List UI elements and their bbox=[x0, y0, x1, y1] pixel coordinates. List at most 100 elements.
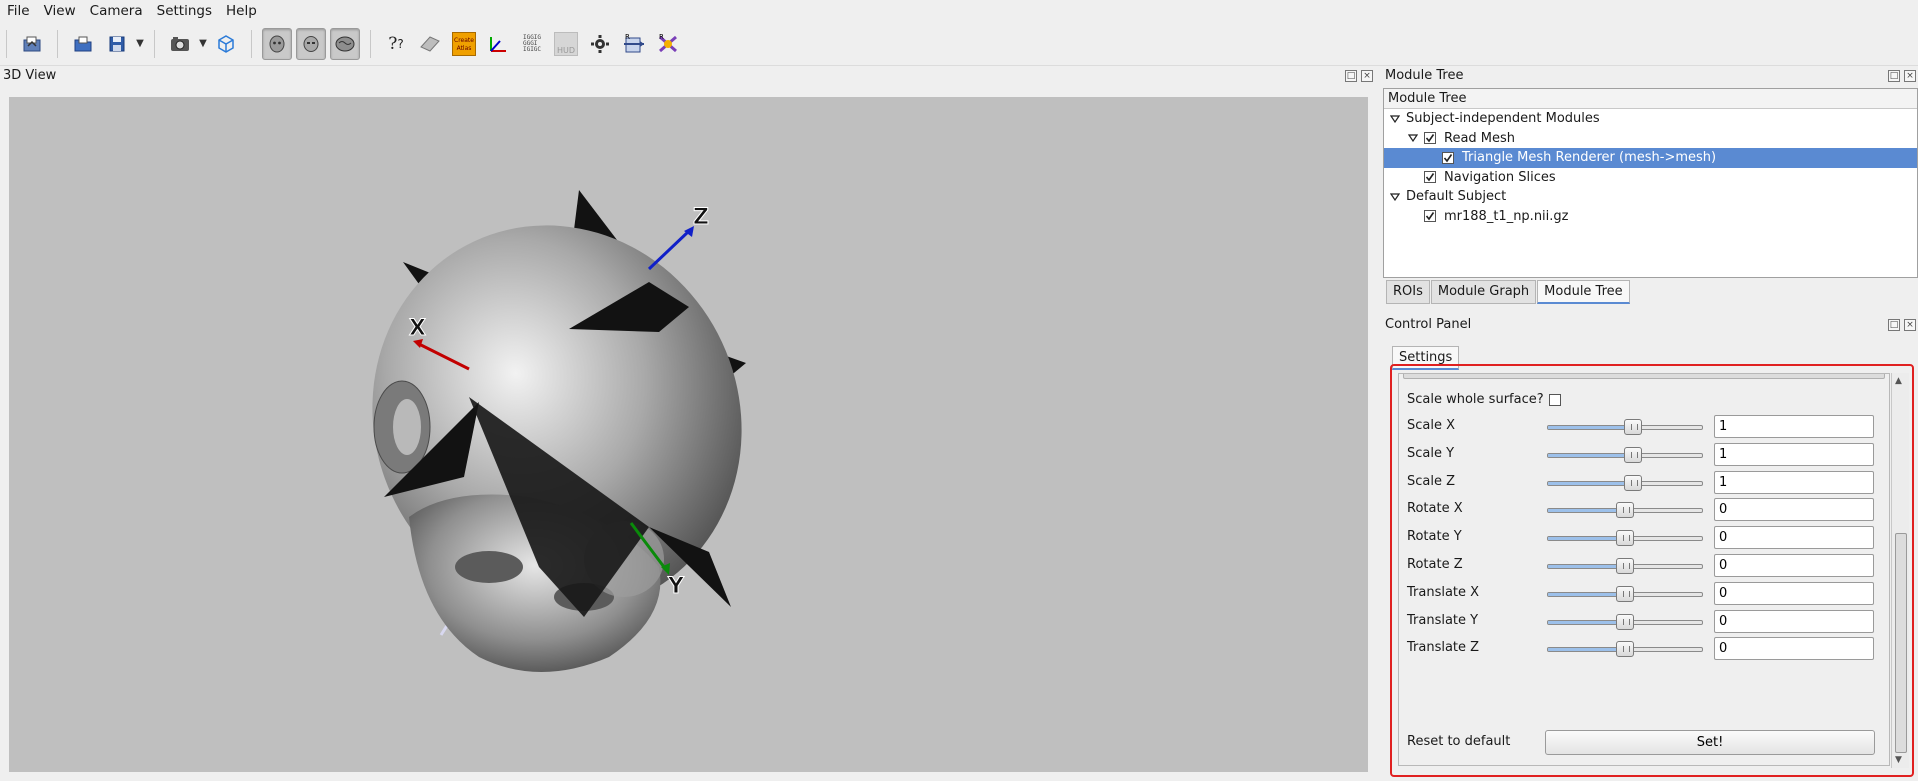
z-axis bbox=[647, 229, 691, 271]
transform-icon[interactable]: R bbox=[653, 28, 683, 60]
tab-module-tree[interactable]: Module Tree bbox=[1537, 280, 1630, 304]
slider-handle[interactable] bbox=[1623, 474, 1642, 491]
head-front-icon[interactable] bbox=[296, 27, 326, 60]
slider-handle[interactable] bbox=[1623, 419, 1642, 435]
tab-rois[interactable]: ROIs bbox=[1386, 280, 1430, 304]
slider-fill bbox=[1548, 426, 1633, 429]
tree-item-label: mr188_t1_np.nii.gz bbox=[1444, 208, 1569, 224]
view3d-title: 3D View bbox=[3, 68, 57, 83]
transform-row: Translate Z bbox=[1399, 636, 1889, 662]
menu-settings[interactable]: Settings bbox=[150, 0, 219, 22]
transform-value-input[interactable] bbox=[1714, 498, 1874, 522]
save-icon[interactable] bbox=[102, 28, 132, 60]
transform-value-input[interactable] bbox=[1714, 609, 1874, 633]
transform-value-input[interactable] bbox=[1714, 637, 1874, 661]
transform-label: Scale Z bbox=[1407, 473, 1456, 489]
expand-triangle-icon[interactable] bbox=[1390, 114, 1400, 124]
slider-handle[interactable] bbox=[1616, 530, 1634, 547]
menu-help[interactable]: Help bbox=[219, 0, 264, 22]
reset-label: Reset to default bbox=[1407, 734, 1511, 749]
open-folder-icon[interactable] bbox=[17, 28, 47, 60]
float-icon[interactable]: □ bbox=[1888, 319, 1900, 331]
slider-fill bbox=[1548, 537, 1625, 541]
close-icon[interactable]: × bbox=[1904, 319, 1916, 331]
tree-item-checkbox[interactable] bbox=[1442, 151, 1454, 164]
tree-header: Module Tree bbox=[1384, 89, 1917, 109]
float-icon[interactable]: □ bbox=[1345, 70, 1357, 82]
transform-label: Translate X bbox=[1407, 584, 1480, 600]
create-atlas-icon[interactable]: Create Atlas bbox=[449, 28, 479, 60]
menu-view[interactable]: View bbox=[37, 0, 83, 22]
slider-handle[interactable] bbox=[1616, 502, 1634, 519]
tree-item[interactable]: Default Subject bbox=[1384, 187, 1917, 207]
tree-item[interactable]: Read Mesh bbox=[1384, 129, 1917, 149]
slider-fill bbox=[1548, 565, 1625, 568]
tree-item-checkbox[interactable] bbox=[1424, 210, 1436, 223]
tree-item[interactable]: Triangle Mesh Renderer (mesh->mesh) bbox=[1384, 148, 1917, 168]
float-icon[interactable]: □ bbox=[1888, 70, 1900, 82]
slider-handle[interactable] bbox=[1623, 446, 1642, 463]
transform-label: Scale Y bbox=[1407, 445, 1455, 461]
screenshot-dropdown[interactable]: ▼ bbox=[197, 28, 209, 60]
tree-item-label: Subject-independent Modules bbox=[1406, 111, 1600, 127]
set-button[interactable]: Set! bbox=[1545, 730, 1875, 755]
slider-handle[interactable] bbox=[1616, 585, 1634, 602]
toolbar-separator bbox=[251, 29, 252, 58]
transform-value-input[interactable] bbox=[1714, 470, 1874, 494]
tab-module-graph[interactable]: Module Graph bbox=[1430, 280, 1537, 304]
brain-side-icon[interactable] bbox=[330, 27, 360, 60]
scroll-up-icon[interactable]: ▲ bbox=[1895, 376, 1902, 386]
transform-label: Rotate X bbox=[1407, 501, 1463, 517]
axes-icon[interactable] bbox=[483, 28, 513, 60]
scrollbar-thumb[interactable] bbox=[1895, 533, 1907, 753]
menu-file[interactable]: File bbox=[0, 0, 37, 22]
transform-row: Translate X bbox=[1399, 581, 1889, 607]
tree-item-checkbox[interactable] bbox=[1424, 171, 1436, 184]
open-file-icon[interactable] bbox=[68, 28, 98, 60]
slice-icon[interactable] bbox=[415, 28, 445, 60]
tree-item[interactable]: Subject-independent Modules bbox=[1384, 109, 1917, 129]
menu-camera[interactable]: Camera bbox=[83, 0, 150, 22]
transform-value-input[interactable] bbox=[1714, 581, 1874, 605]
hud-icon[interactable]: HUD bbox=[551, 28, 581, 60]
help-icon[interactable]: ?? bbox=[381, 28, 411, 60]
transform-value-input[interactable] bbox=[1714, 442, 1874, 466]
screenshot-icon[interactable] bbox=[165, 28, 195, 60]
tree-item-checkbox[interactable] bbox=[1424, 132, 1436, 145]
expand-triangle-icon[interactable] bbox=[1390, 192, 1400, 202]
create-atlas-label: Create Atlas bbox=[452, 31, 476, 56]
slider-handle[interactable] bbox=[1616, 641, 1634, 658]
expand-triangle-icon[interactable] bbox=[1408, 133, 1418, 143]
cube-icon[interactable] bbox=[211, 28, 241, 60]
slider-handle[interactable] bbox=[1616, 558, 1634, 574]
close-icon[interactable]: × bbox=[1361, 70, 1373, 82]
svg-text:R: R bbox=[625, 33, 630, 41]
transform-value-input[interactable] bbox=[1714, 554, 1874, 577]
gear-icon[interactable] bbox=[585, 28, 615, 60]
save-dropdown[interactable]: ▼ bbox=[134, 28, 146, 60]
view3d-dock-buttons: □ × bbox=[1345, 70, 1373, 82]
menu-bar: File View Camera Settings Help bbox=[0, 0, 1918, 22]
control-panel-scrollbar[interactable]: ▲ ▼ bbox=[1891, 373, 1909, 768]
module-tree: Module Tree Subject-independent Modules R… bbox=[1383, 88, 1918, 278]
close-icon[interactable]: × bbox=[1904, 70, 1916, 82]
labels-icon[interactable]: IGGIG GGGI IGIGC bbox=[517, 28, 547, 60]
y-axis-label: Y bbox=[667, 574, 685, 599]
3d-viewport[interactable]: X Z Y bbox=[9, 97, 1368, 772]
transform-label: Scale X bbox=[1407, 418, 1456, 433]
head-3d-icon[interactable] bbox=[262, 27, 292, 60]
control-panel-settings: Scale whole surface? Scale X Scale Y Scale… bbox=[1398, 373, 1890, 766]
slider-handle[interactable] bbox=[1616, 613, 1634, 630]
transform-row: Scale X bbox=[1399, 414, 1889, 440]
tree-item[interactable]: mr188_t1_np.nii.gz bbox=[1384, 207, 1917, 227]
toolbar-separator bbox=[370, 29, 371, 58]
tree-item[interactable]: Navigation Slices bbox=[1384, 168, 1917, 188]
scroll-down-icon[interactable]: ▼ bbox=[1895, 755, 1902, 765]
reorient-icon[interactable]: R bbox=[619, 28, 649, 60]
tree-item-label: Read Mesh bbox=[1444, 130, 1516, 146]
reset-row: Reset to default Set! bbox=[1399, 730, 1889, 756]
slider-fill bbox=[1548, 620, 1625, 624]
transform-value-input[interactable] bbox=[1714, 526, 1874, 550]
transform-value-input[interactable] bbox=[1714, 415, 1874, 438]
scale-whole-checkbox[interactable] bbox=[1549, 394, 1561, 406]
